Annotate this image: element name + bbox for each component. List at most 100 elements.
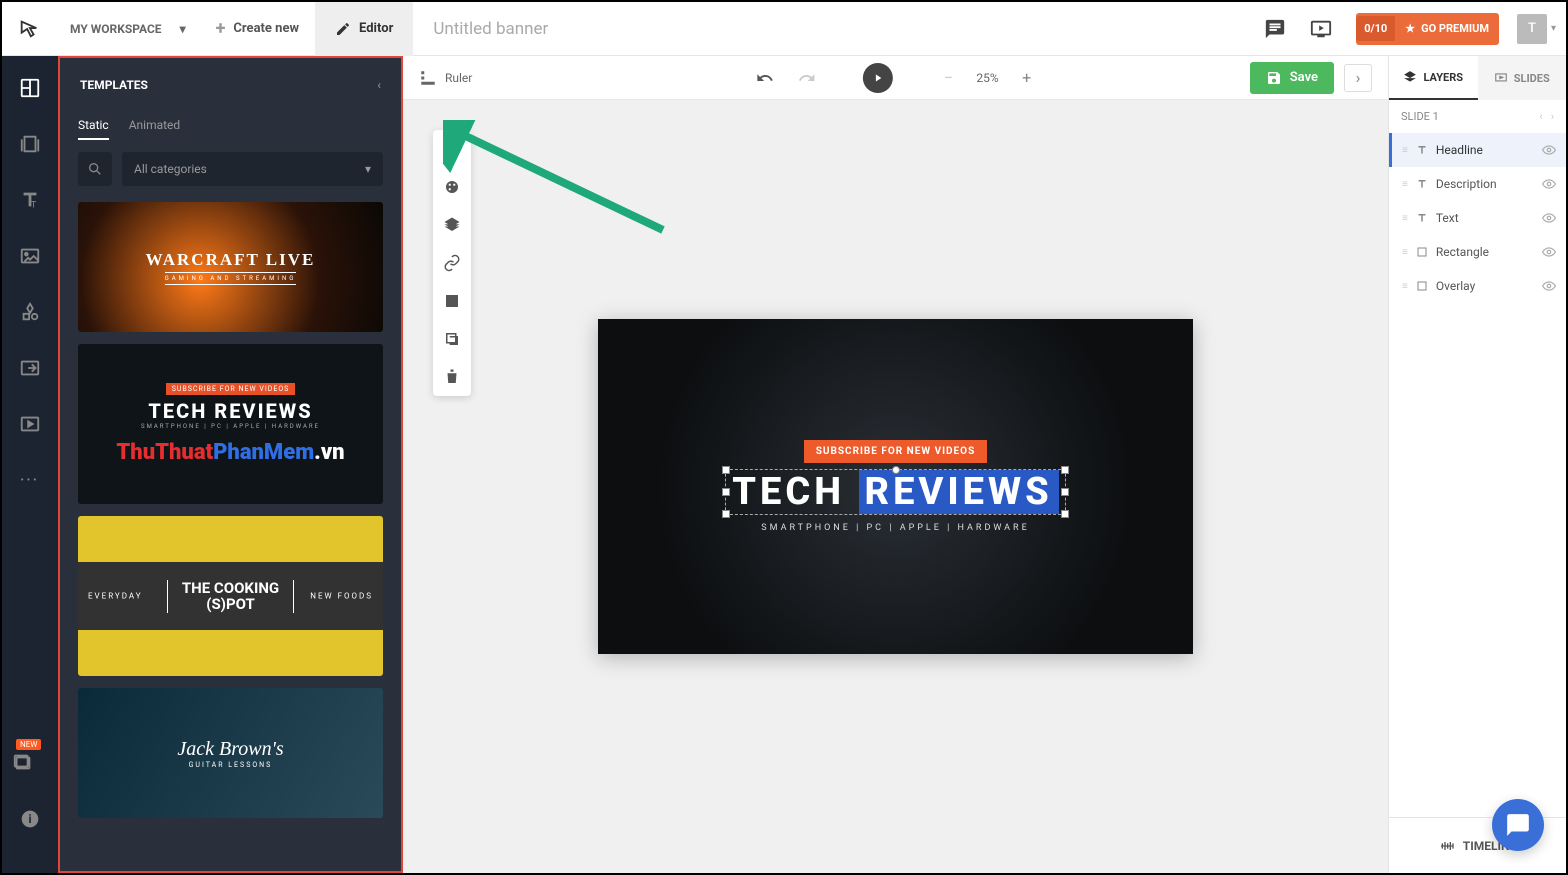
drag-handle-icon[interactable]: ≡ [1402,213,1408,224]
workspace-label: MY WORKSPACE [70,22,162,36]
nav-templates-icon[interactable] [16,74,44,102]
chevron-down-icon: ▾ [180,22,186,36]
slides-icon [1494,71,1508,85]
drag-handle-icon[interactable]: ≡ [1402,247,1408,258]
template-list[interactable]: WARCRAFT LIVE GAMING AND STREAMING SUBSC… [60,198,401,871]
prev-slide-icon[interactable]: ‹ [1539,110,1542,123]
create-new-button[interactable]: + Create new [200,18,315,39]
layer-item[interactable]: ≡ Headline [1389,133,1566,167]
workspace-dropdown[interactable]: MY WORKSPACE ▾ [56,22,200,36]
tool-color-icon[interactable] [433,168,471,206]
undo-button[interactable] [750,64,778,92]
nav-shapes-icon[interactable] [16,298,44,326]
template-item[interactable]: WARCRAFT LIVE GAMING AND STREAMING [78,202,383,332]
visibility-toggle-icon[interactable] [1542,177,1556,191]
nav-more-icon[interactable]: ••• [16,466,44,494]
visibility-toggle-icon[interactable] [1542,211,1556,225]
expand-right-button[interactable]: › [1344,64,1372,92]
nav-info-icon[interactable]: i [16,805,44,833]
save-icon [1266,70,1282,86]
tab-slides[interactable]: SLIDES [1478,56,1567,100]
banner-description: SMARTPHONE | PC | APPLE | HARDWARE [761,523,1029,533]
pencil-icon [335,21,351,37]
chevron-down-icon[interactable]: ▾ [1551,23,1556,34]
annotation-arrow [443,120,673,240]
nav-import-icon[interactable] [16,354,44,382]
editor-button[interactable]: Editor [315,2,413,56]
layer-name: Description [1436,177,1497,191]
app-logo[interactable] [2,2,56,56]
tab-static[interactable]: Static [78,112,109,140]
user-avatar[interactable]: T [1517,14,1547,44]
right-panel-tabs: LAYERS SLIDES [1389,56,1566,100]
layer-name: Rectangle [1436,245,1489,259]
drag-handle-icon[interactable]: ≡ [1402,281,1408,292]
template-item[interactable]: Jack Brown's GUITAR LESSONS [78,688,383,818]
next-slide-icon[interactable]: › [1551,110,1554,123]
drag-handle-icon[interactable]: ≡ [1402,179,1408,190]
toolbar-right: Save › [1250,62,1372,94]
tool-video-icon[interactable] [433,282,471,320]
template-item[interactable]: SUBSCRIBE FOR NEW VIDEOS TECH REVIEWS SM… [78,344,383,504]
visibility-toggle-icon[interactable] [1542,279,1556,293]
redo-button[interactable] [792,64,820,92]
layer-type-icon [1416,212,1428,224]
nav-video-icon[interactable] [16,410,44,438]
ruler-icon [419,69,437,87]
layer-name: Text [1436,211,1459,225]
search-icon [87,161,103,177]
layers-icon [1403,70,1417,84]
tab-layers[interactable]: LAYERS [1389,56,1478,100]
resize-handle[interactable] [1061,466,1069,474]
tool-group-icon[interactable] [433,320,471,358]
visibility-toggle-icon[interactable] [1542,143,1556,157]
template-item[interactable]: EVERYDAY THE COOKING(S)POT NEW FOODS [78,516,383,676]
go-premium-button[interactable]: 0/10 ★ GO PREMIUM [1356,13,1499,45]
category-dropdown[interactable]: All categories ▾ [122,152,383,186]
nav-text-icon[interactable]: T [16,186,44,214]
ruler-toggle[interactable]: Ruler [419,69,472,87]
resize-handle[interactable] [722,488,730,496]
chat-fab[interactable] [1492,799,1544,851]
search-button[interactable] [78,152,112,186]
design-canvas[interactable]: SUBSCRIBE FOR NEW VIDEOS TECH REVIEWS SM… [598,319,1193,654]
comments-icon[interactable] [1252,2,1298,56]
premium-usage-badge: 0/10 [1356,16,1395,41]
save-button[interactable]: Save [1250,62,1334,94]
svg-text:i: i [28,812,31,826]
headline-selection[interactable]: TECH REVIEWS [725,469,1065,515]
document-title-input[interactable]: Untitled banner [413,19,1252,39]
zoom-in-button[interactable]: + [1013,64,1041,92]
visibility-toggle-icon[interactable] [1542,245,1556,259]
tab-animated[interactable]: Animated [129,112,180,140]
templates-title: TEMPLATES [80,78,148,92]
preview-icon[interactable] [1298,2,1344,56]
resize-handle[interactable] [1061,488,1069,496]
topbar-right: 0/10 ★ GO PREMIUM T ▾ [1252,2,1566,56]
layer-item[interactable]: ≡ Description [1389,167,1566,201]
resize-handle[interactable] [722,510,730,518]
resize-handle[interactable] [722,466,730,474]
zoom-out-button[interactable]: − [934,64,962,92]
star-icon: ★ [1405,22,1415,35]
tool-layers-icon[interactable] [433,206,471,244]
templates-search-row: All categories ▾ [60,140,401,198]
canvas-body[interactable]: SUBSCRIBE FOR NEW VIDEOS TECH REVIEWS SM… [403,100,1388,873]
play-button[interactable] [862,63,892,93]
canvas-toolbar: Ruler − 25% + [403,56,1388,100]
right-panel: LAYERS SLIDES SLIDE 1 ‹ › ≡ Headline ≡ D… [1388,56,1566,873]
tool-text-icon[interactable] [433,130,471,168]
rotate-handle[interactable] [892,466,900,474]
layer-item[interactable]: ≡ Text [1389,201,1566,235]
resize-handle[interactable] [1061,510,1069,518]
nav-whats-new[interactable]: NEW [12,747,34,773]
templates-panel: TEMPLATES ‹ Static Animated All categori… [58,56,403,873]
collapse-panel-icon[interactable]: ‹ [377,78,381,92]
tool-link-icon[interactable] [433,244,471,282]
drag-handle-icon[interactable]: ≡ [1402,145,1408,156]
nav-image-icon[interactable] [16,242,44,270]
layer-item[interactable]: ≡ Rectangle [1389,235,1566,269]
tool-delete-icon[interactable] [433,358,471,396]
layer-item[interactable]: ≡ Overlay [1389,269,1566,303]
nav-library-icon[interactable] [16,130,44,158]
